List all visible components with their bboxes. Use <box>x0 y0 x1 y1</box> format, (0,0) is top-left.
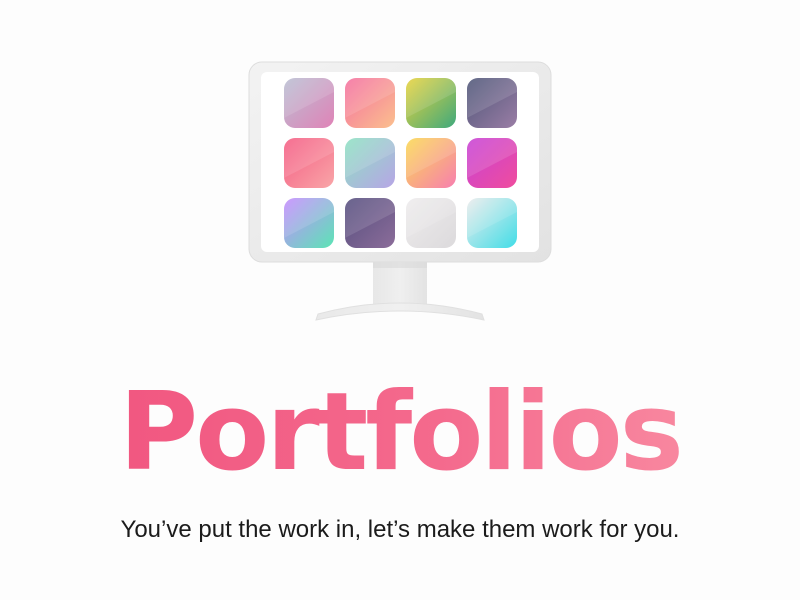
portfolios-hero: Portfolios You’ve put the work in, let’s… <box>0 0 800 600</box>
monitor-stand-neck <box>373 262 427 304</box>
page-title: Portfolios <box>0 368 800 498</box>
monitor-illustration <box>248 61 552 321</box>
tagline: You’ve put the work in, let’s make them … <box>120 516 680 543</box>
monitor-stand-base <box>315 302 485 321</box>
